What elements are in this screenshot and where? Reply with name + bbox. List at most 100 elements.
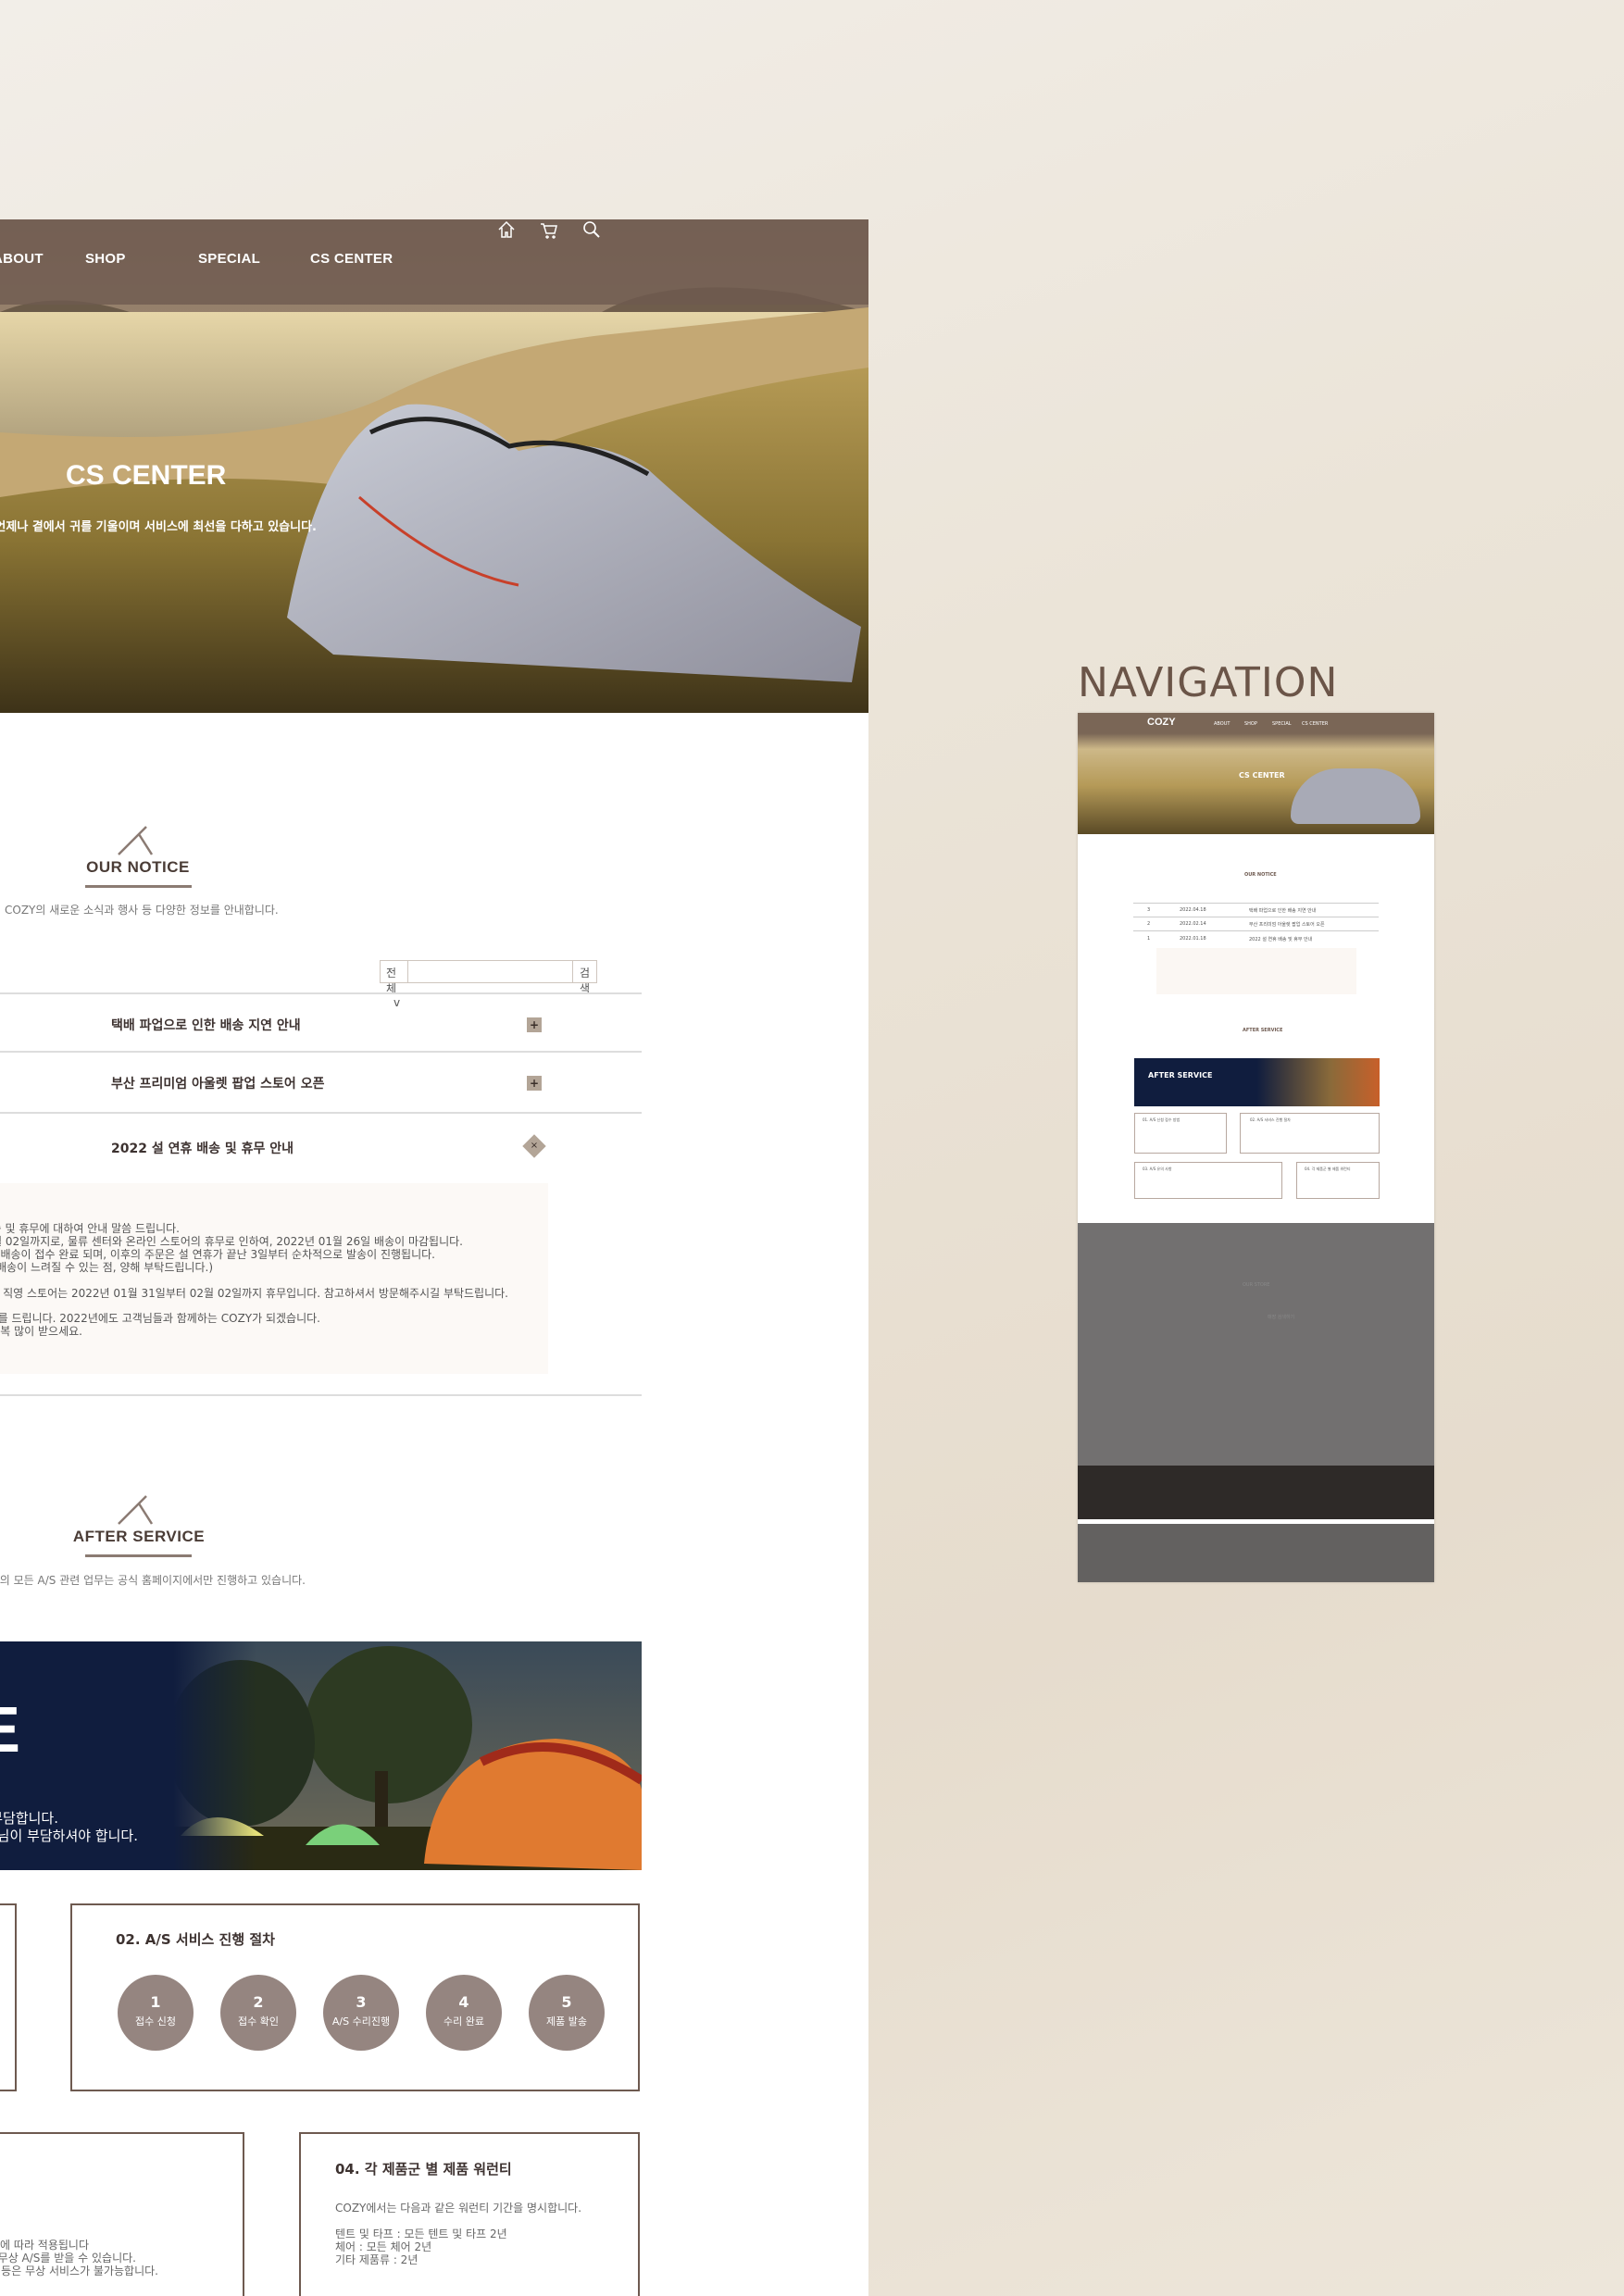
process-title: 02. A/S 서비스 진행 절차: [116, 1931, 275, 1948]
content-line: 배송이 느려질 수 있는 점, 양해 부탁드립니다.): [0, 1261, 213, 1274]
thumb-row-no: 1: [1147, 936, 1151, 942]
category-select[interactable]: 전체 v: [381, 961, 408, 1009]
top-navigation: ABOUT SHOP SPECIAL CS CENTER: [0, 219, 868, 305]
after-service-description: Y의 모든 A/S 관련 업무는 공식 홈페이지에서만 진행하고 있습니다.: [0, 1574, 306, 1587]
thumb-row-date: 2022.01.18: [1180, 936, 1206, 942]
thumb-row-title: 부산 프리미엄 아울렛 팝업 스토어 오픈: [1249, 922, 1325, 928]
divider: [0, 1051, 642, 1053]
thumb-newsletter: [1078, 1466, 1434, 1519]
thumb-banner: AFTER SERVICE: [1134, 1058, 1380, 1106]
expand-plus-icon[interactable]: +: [527, 1017, 542, 1032]
after-service-banner: AFTER SERVICE 품질 보증 대상은 당사가 부담합니다. 단, 유상…: [0, 1641, 642, 1870]
thumb-box: 03. A/S 유의 사항: [1134, 1162, 1282, 1199]
step-number: 5: [561, 1993, 572, 2011]
after-service-underline: [85, 1554, 192, 1557]
nav-shop[interactable]: SHOP: [85, 251, 126, 267]
thumb-hero: COZY ABOUT SHOP SPECIAL CS CENTER CS CEN…: [1078, 713, 1434, 834]
thumb-footer: [1078, 1524, 1434, 1582]
thumb-divider: [1133, 903, 1379, 904]
thumb-divider: [1133, 930, 1379, 931]
thumb-box-title: 04. 각 제품군 별 제품 워런티: [1305, 1167, 1351, 1171]
step-number: 1: [150, 1993, 161, 2011]
notice-description: COZY의 새로운 소식과 행사 등 다양한 정보를 안내합니다.: [5, 904, 279, 917]
cs-center-page: ABOUT SHOP SPECIAL CS CENTER CS CENTER C…: [0, 219, 868, 2296]
process-step: 4 수리 완료: [426, 1975, 502, 2051]
search-button[interactable]: 검색: [571, 961, 596, 995]
thumb-box-title: 01. A/S 신청 접수 방법: [1143, 1117, 1181, 1122]
thumb-store-title: OUR STORE: [1243, 1282, 1270, 1288]
step-label: 접수 신청: [135, 2015, 176, 2028]
divider: [0, 992, 642, 994]
thumb-hero-title: CS CENTER: [1239, 771, 1285, 780]
banner-title: AFTER SERVICE: [0, 1692, 20, 1766]
thumb-row-title: 2022 설 연휴 배송 및 휴무 안내: [1249, 937, 1313, 942]
notice-title-underline: [85, 885, 192, 888]
step-label: A/S 수리진행: [331, 2015, 391, 2028]
divider: [0, 1112, 642, 1114]
step-number: 2: [253, 1993, 264, 2011]
thumb-banner-title: AFTER SERVICE: [1148, 1071, 1213, 1079]
notice-row-title[interactable]: 택배 파업으로 인한 배송 지연 안내: [111, 1016, 301, 1034]
thumb-row-date: 2022.04.18: [1180, 907, 1206, 913]
thumb-after-title: AFTER SERVICE: [1243, 1028, 1283, 1033]
step-label: 수리 완료: [443, 2015, 484, 2028]
cart-icon[interactable]: [539, 219, 559, 240]
divider: [0, 1394, 642, 1396]
warranty-title: 04. 각 제품군 별 제품 워런티: [335, 2161, 512, 2177]
thumb-box: 02. A/S 서비스 진행 절차: [1240, 1113, 1380, 1154]
collapse-x-icon[interactable]: ×: [522, 1134, 546, 1158]
expand-plus-icon[interactable]: +: [527, 1076, 542, 1091]
search-input[interactable]: [407, 961, 572, 982]
notice-content: 송 및 휴무에 대하여 안내 말씀 드립니다. 월 02일까지로, 물류 센터와…: [0, 1183, 548, 1374]
thumb-logo: COZY: [1147, 717, 1176, 728]
navigation-page-thumbnail[interactable]: COZY ABOUT SHOP SPECIAL CS CENTER CS CEN…: [1078, 713, 1434, 1582]
process-step: 1 접수 신청: [118, 1975, 194, 2051]
nav-special[interactable]: SPECIAL: [198, 251, 260, 267]
category-select-value: 전체: [386, 967, 397, 995]
thumb-notice-title: OUR NOTICE: [1244, 872, 1277, 878]
thumb-nav-item: SPECIAL: [1272, 721, 1292, 727]
step-label: 제품 발송: [546, 2015, 587, 2028]
thumb-box-title: 02. A/S 서비스 진행 절차: [1250, 1117, 1291, 1122]
as-notes-box: 티 기간에 따라 적용됩니다 한 순서로 무상 A/S를 받을 수 있습니다. …: [0, 2132, 244, 2296]
hero-title: CS CENTER: [66, 460, 227, 491]
hero-banner: ABOUT SHOP SPECIAL CS CENTER CS CENTER C…: [0, 219, 868, 713]
process-step: 5 제품 발송: [529, 1975, 605, 2051]
collapse-x-glyph: ×: [530, 1141, 539, 1151]
warranty-line: 기타 제품류 : 2년: [335, 2253, 418, 2266]
thumb-row-no: 2: [1147, 921, 1151, 927]
as-process-box: 02. A/S 서비스 진행 절차 1 접수 신청 2 접수 확인 3 A/S 수리진…: [70, 1903, 640, 2091]
notice-row-title[interactable]: 2022 설 연휴 배송 및 휴무 안내: [111, 1139, 294, 1157]
thumb-tent-image: [1291, 768, 1420, 824]
step-number: 3: [356, 1993, 367, 2011]
content-line: 복 많이 받으세요.: [0, 1325, 82, 1338]
warranty-intro: COZY에서는 다음과 같은 워런티 기간을 명시합니다.: [335, 2202, 582, 2215]
thumb-nav-item: ABOUT: [1214, 721, 1230, 727]
process-step: 2 접수 확인: [220, 1975, 296, 2051]
nav-about[interactable]: ABOUT: [0, 251, 44, 267]
warranty-box: 04. 각 제품군 별 제품 워런티 COZY에서는 다음과 같은 워런티 기간…: [299, 2132, 640, 2296]
banner-line: 품질 보증 대상은 당사가 부담합니다.: [0, 1810, 58, 1827]
notice-search-bar: 전체 v 검색: [380, 960, 597, 1009]
after-service-title: AFTER SERVICE: [72, 1528, 206, 1545]
hero-subtitle: COZY는 언제나 곁에서 귀를 기울이며 서비스에 최선을 다하고 있습니다.: [0, 520, 317, 534]
home-icon[interactable]: [496, 219, 517, 240]
thumb-box-title: 03. A/S 유의 사항: [1143, 1167, 1172, 1171]
thumb-store-section: OUR STORE 매장 검색하기: [1078, 1223, 1434, 1466]
thumb-nav-item: CS CENTER: [1302, 721, 1329, 727]
step-number: 4: [458, 1993, 469, 2011]
thumb-box: 01. A/S 신청 접수 방법: [1134, 1113, 1227, 1154]
navigation-label: NAVIGATION: [1078, 659, 1339, 706]
thumb-row-no: 3: [1147, 907, 1151, 913]
notice-title: OUR NOTICE: [86, 858, 190, 876]
nav-cs-center[interactable]: CS CENTER: [310, 251, 393, 267]
banner-line: 단, 유상 수리 대상은 고객님이 부담하셔야 합니다.: [0, 1828, 138, 1844]
process-step: 3 A/S 수리진행: [323, 1975, 399, 2051]
thumb-content: [1156, 948, 1356, 994]
search-icon[interactable]: [581, 219, 602, 240]
thumb-nav-item: SHOP: [1244, 721, 1257, 727]
content-line: 의 직영 스토어는 2022년 01월 31일부터 02월 02일까지 휴무입니…: [0, 1287, 508, 1300]
notice-row-title[interactable]: 부산 프리미엄 아울렛 팝업 스토어 오픈: [111, 1074, 324, 1092]
tent-outline-icon: [118, 1495, 154, 1525]
step-label: 접수 확인: [238, 2015, 279, 2028]
